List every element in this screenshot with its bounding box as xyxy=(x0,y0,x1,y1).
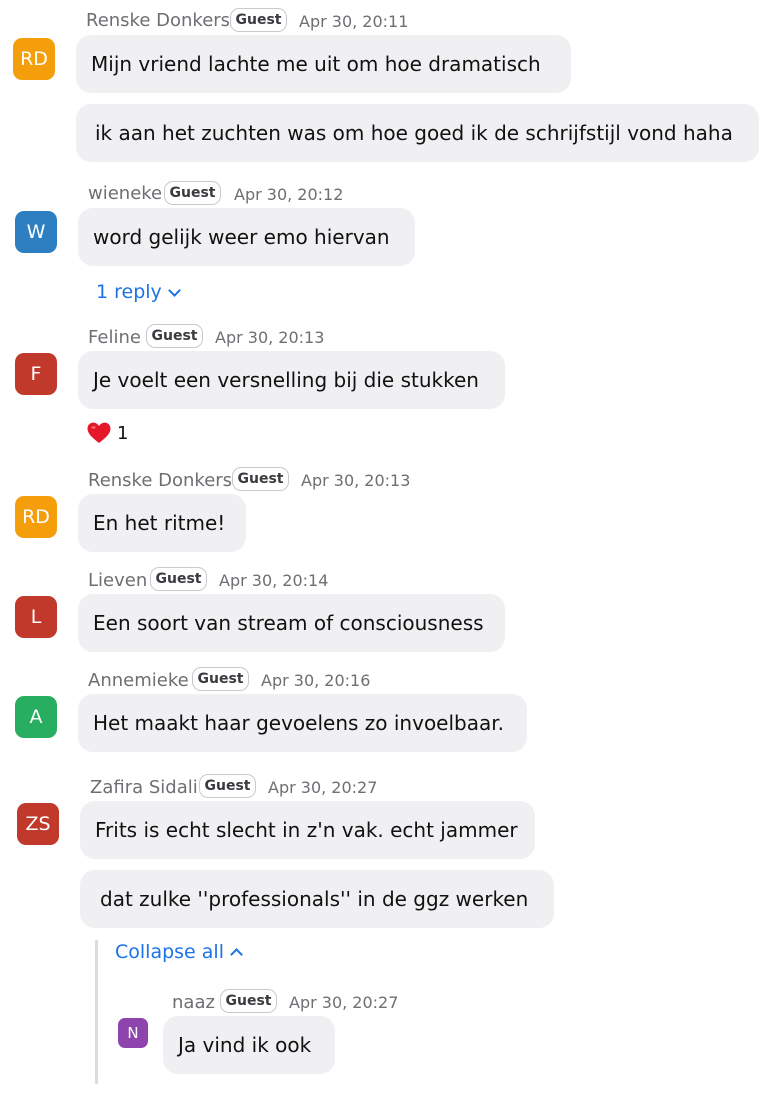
author-name[interactable]: Renske Donkers xyxy=(86,10,230,31)
author-name[interactable]: Renske Donkers xyxy=(88,470,232,491)
guest-badge: Guest xyxy=(199,774,256,798)
message-bubble[interactable]: Een soort van stream of consciousness xyxy=(78,594,505,652)
message-bubble[interactable]: Ja vind ik ook xyxy=(163,1016,335,1074)
thread-line xyxy=(95,940,98,1084)
timestamp: Apr 30, 20:27 xyxy=(268,778,378,797)
guest-badge: Guest xyxy=(150,567,207,591)
message-bubble[interactable]: Frits is echt slecht in z'n vak. echt ja… xyxy=(80,801,535,859)
chevron-down-icon xyxy=(167,283,181,297)
guest-badge: Guest xyxy=(230,8,287,32)
collapse-all-label[interactable]: Collapse all xyxy=(115,941,224,963)
timestamp: Apr 30, 20:13 xyxy=(301,471,411,490)
author-name[interactable]: wieneke xyxy=(88,183,162,204)
reaction-count: 1 xyxy=(117,422,129,444)
avatar[interactable]: RD xyxy=(15,496,57,538)
avatar[interactable]: A xyxy=(15,696,57,738)
message-bubble[interactable]: Mijn vriend lachte me uit om hoe dramati… xyxy=(76,35,571,93)
avatar[interactable]: W xyxy=(15,211,57,253)
timestamp: Apr 30, 20:11 xyxy=(299,12,409,31)
author-name[interactable]: naaz xyxy=(172,992,215,1013)
author-name[interactable]: Lieven xyxy=(88,570,147,591)
timestamp: Apr 30, 20:27 xyxy=(289,993,399,1012)
chevron-up-icon xyxy=(230,947,243,961)
guest-badge: Guest xyxy=(232,467,289,491)
avatar[interactable]: ZS xyxy=(17,803,59,845)
heart-icon xyxy=(87,422,111,444)
guest-badge: Guest xyxy=(220,989,277,1013)
message-bubble[interactable]: dat zulke ''professionals'' in de ggz we… xyxy=(80,870,554,928)
message-bubble[interactable]: word gelijk weer emo hiervan xyxy=(78,208,415,266)
collapse-all-link[interactable]: Collapse all xyxy=(115,941,243,963)
message-bubble[interactable]: Je voelt een versnelling bij die stukken xyxy=(78,351,505,409)
guest-badge: Guest xyxy=(192,667,249,691)
guest-badge: Guest xyxy=(146,324,203,348)
author-name[interactable]: Feline xyxy=(88,327,141,348)
timestamp: Apr 30, 20:13 xyxy=(215,328,325,347)
avatar[interactable]: L xyxy=(15,596,57,638)
author-name[interactable]: Zafira Sidali xyxy=(90,777,198,798)
message-bubble[interactable]: ik aan het zuchten was om hoe goed ik de… xyxy=(76,104,759,162)
avatar[interactable]: F xyxy=(15,353,57,395)
avatar[interactable]: RD xyxy=(13,38,55,80)
timestamp: Apr 30, 20:16 xyxy=(261,671,371,690)
guest-badge: Guest xyxy=(164,181,221,205)
timestamp: Apr 30, 20:14 xyxy=(219,571,329,590)
author-name[interactable]: Annemieke xyxy=(88,670,189,691)
reply-count-link[interactable]: 1 reply xyxy=(96,281,181,303)
message-bubble[interactable]: En het ritme! xyxy=(78,494,246,552)
message-bubble[interactable]: Het maakt haar gevoelens zo invoelbaar. xyxy=(78,694,527,752)
reply-count-label[interactable]: 1 reply xyxy=(96,281,162,303)
timestamp: Apr 30, 20:12 xyxy=(234,185,344,204)
avatar[interactable]: N xyxy=(118,1018,148,1048)
reaction-pill[interactable]: 1 xyxy=(87,422,128,444)
